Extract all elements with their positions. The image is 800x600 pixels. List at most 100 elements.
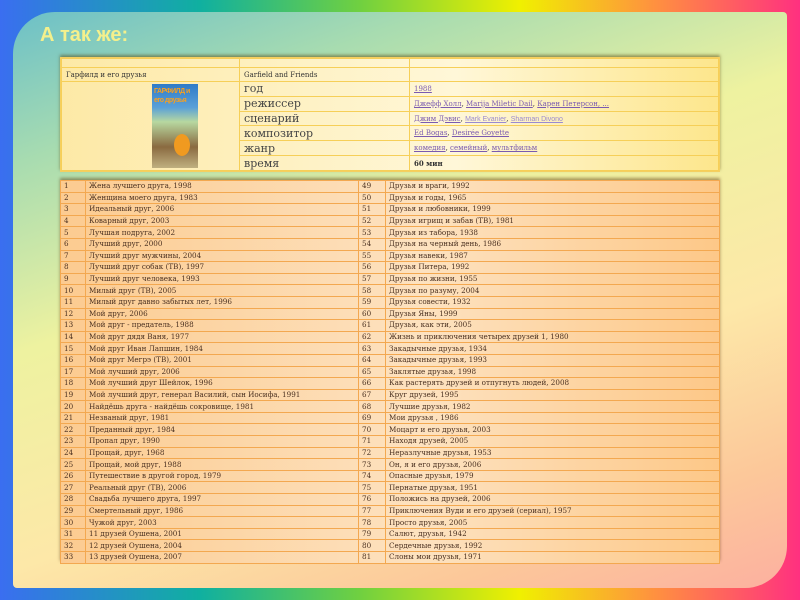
table-row: 16 Мой друг Мегрэ (ТВ), 2001 64 Закадычные … [60, 353, 720, 367]
film-title: Сердечные друзья, 1992 [385, 539, 720, 552]
film-title: Мой лучший друг Шейлок, 1996 [85, 377, 359, 390]
film-title: Закадычные друзья, 1993 [385, 353, 720, 367]
table-row: 21 Незваный друг, 1981 69 Мои друзья , 1986 [60, 411, 720, 425]
film-number: 32 [60, 539, 86, 552]
film-title: Друзья по жизни, 1955 [385, 272, 720, 286]
table-row: 11 Милый друг давно забытых лет, 1996 59 Др… [60, 295, 720, 309]
table-row: 31 11 друзей Оушена, 2001 79 Салют, друзья,… [60, 527, 720, 541]
film-number: 60 [358, 307, 386, 321]
film-number: 3 [60, 203, 86, 216]
film-number: 63 [358, 342, 386, 355]
film-title: Приключения Вуди и его друзей (сериал), … [385, 504, 720, 518]
writer-link[interactable]: Джим Дэвис [414, 115, 461, 123]
film-title: Друзья игрищ и забав (ТВ), 1981 [385, 214, 720, 228]
film-title: Опасные друзья, 1979 [385, 469, 720, 483]
film-title: Свадьба лучшего друга, 1997 [85, 493, 359, 506]
film-title-en: Garfield and Friends [239, 67, 410, 82]
field-label-composer: композитор [239, 125, 410, 142]
film-title: 11 друзей Оушена, 2001 [85, 527, 359, 541]
film-number: 25 [60, 458, 86, 471]
film-title: Чужой друг, 2003 [85, 516, 359, 529]
film-number: 20 [60, 400, 86, 413]
year-link[interactable]: 1988 [414, 85, 432, 93]
writer-link[interactable]: Sharman Divono [511, 116, 563, 123]
film-number: 54 [358, 237, 386, 251]
table-row: 2 Женщина моего друга, 1983 50 Друзья и год… [60, 191, 720, 205]
film-title: Лучший друг человека, 1993 [85, 272, 359, 286]
field-value-year: 1988 [409, 81, 719, 97]
genre-link[interactable]: семейный [450, 144, 487, 152]
film-title: Закадычные друзья, 1934 [385, 342, 720, 355]
table-row: 1 Жена лучшего друга, 1998 49 Друзья и враг… [60, 180, 720, 193]
film-title: Смертельный друг, 1986 [85, 504, 359, 518]
film-title: Лучший друг, 2000 [85, 237, 359, 251]
film-title: Незваный друг, 1981 [85, 411, 359, 425]
slide-title: А так же: [40, 24, 129, 46]
table-row: 10 Милый друг (ТВ), 2005 58 Друзья по разум… [60, 284, 720, 297]
film-title: Друзья навеки, 1987 [385, 249, 720, 263]
film-number: 77 [358, 504, 386, 518]
film-info-table: Гарфилд и его друзья Garfield and Friend… [60, 57, 720, 172]
film-number: 18 [60, 377, 86, 390]
table-row: 6 Лучший друг, 2000 54 Друзья на черный ден… [60, 237, 720, 251]
field-value-runtime: 60 мин [409, 155, 719, 171]
film-title: Друзья на черный день, 1986 [385, 237, 720, 251]
table-row: 26 Путешествие в другой город, 1979 74 Опас… [60, 469, 720, 483]
film-title: Он, я и его друзья, 2006 [385, 458, 720, 471]
film-number: 28 [60, 493, 86, 506]
writer-link[interactable]: Mark Evanier [465, 116, 506, 123]
film-title: Прощай, друг, 1968 [85, 446, 359, 460]
film-number: 23 [60, 435, 86, 448]
table-row: 25 Прощай, мой друг, 1988 73 Он, я и его др… [60, 458, 720, 471]
director-link[interactable]: Джефф Холл [414, 100, 462, 108]
director-link[interactable]: Карен Петерсон, ... [537, 100, 609, 108]
film-title: Лучший друг собак (ТВ), 1997 [85, 261, 359, 274]
film-title: Лучшая подруга, 2002 [85, 226, 359, 239]
film-number: 52 [358, 214, 386, 228]
film-title: Положись на друзей, 2006 [385, 493, 720, 506]
composer-link[interactable]: Desirée Goyette [452, 129, 509, 137]
film-title: Милый друг (ТВ), 2005 [85, 284, 359, 297]
film-title: Друзья Питера, 1992 [385, 261, 720, 274]
film-title: Друзья и годы, 1965 [385, 191, 720, 205]
film-title: Друзья Яны, 1999 [385, 307, 720, 321]
film-number: 58 [358, 284, 386, 297]
film-title: Мой друг дядя Ваня, 1977 [85, 330, 359, 344]
field-value-director: Джефф Холл, Marija Miletic Dail, Карен П… [409, 95, 719, 112]
film-title: Как растерять друзей и отпугнуть людей, … [385, 377, 720, 390]
genre-link[interactable]: мультфильм [492, 144, 538, 152]
film-number: 14 [60, 330, 86, 344]
film-title: Друзья и любовники, 1999 [385, 203, 720, 216]
table-row: 24 Прощай, друг, 1968 72 Неразлучные друзья… [60, 446, 720, 460]
film-number: 21 [60, 411, 86, 425]
field-value-genre: комедия, семейный, мультфильм [409, 140, 719, 157]
film-number: 76 [358, 493, 386, 506]
table-row: 22 Преданный друг, 1984 70 Моцарт и его дру… [60, 423, 720, 437]
film-number: 79 [358, 527, 386, 541]
film-number: 6 [60, 237, 86, 251]
film-title: Просто друзья, 2005 [385, 516, 720, 529]
film-title: Мой друг Иван Лапшин, 1984 [85, 342, 359, 355]
table-row: 17 Мой лучший друг, 2006 65 Заклятые друзья… [60, 365, 720, 379]
director-link[interactable]: Marija Miletic Dail [466, 100, 533, 108]
film-number: 33 [60, 551, 86, 564]
film-number: 7 [60, 249, 86, 263]
film-number: 53 [358, 226, 386, 239]
film-number: 2 [60, 191, 86, 205]
film-title: Женщина моего друга, 1983 [85, 191, 359, 205]
film-number: 70 [358, 423, 386, 437]
film-title: Находя друзей, 2005 [385, 435, 720, 448]
film-title: Идеальный друг, 2006 [85, 203, 359, 216]
composer-link[interactable]: Ed Bogas [414, 129, 447, 137]
film-number: 4 [60, 214, 86, 228]
table-row: 33 13 друзей Оушена, 2007 81 Слоны мои друз… [60, 551, 720, 564]
film-number: 51 [358, 203, 386, 216]
film-number: 78 [358, 516, 386, 529]
genre-link[interactable]: комедия [414, 144, 446, 152]
film-title: Заклятые друзья, 1998 [385, 365, 720, 379]
film-title: Слоны мои друзья, 1971 [385, 551, 720, 564]
film-title: Друзья и враги, 1992 [385, 180, 720, 193]
films-list-table: 1 Жена лучшего друга, 1998 49 Друзья и враг… [60, 180, 720, 564]
film-number: 74 [358, 469, 386, 483]
table-row: 28 Свадьба лучшего друга, 1997 76 Положись … [60, 493, 720, 506]
